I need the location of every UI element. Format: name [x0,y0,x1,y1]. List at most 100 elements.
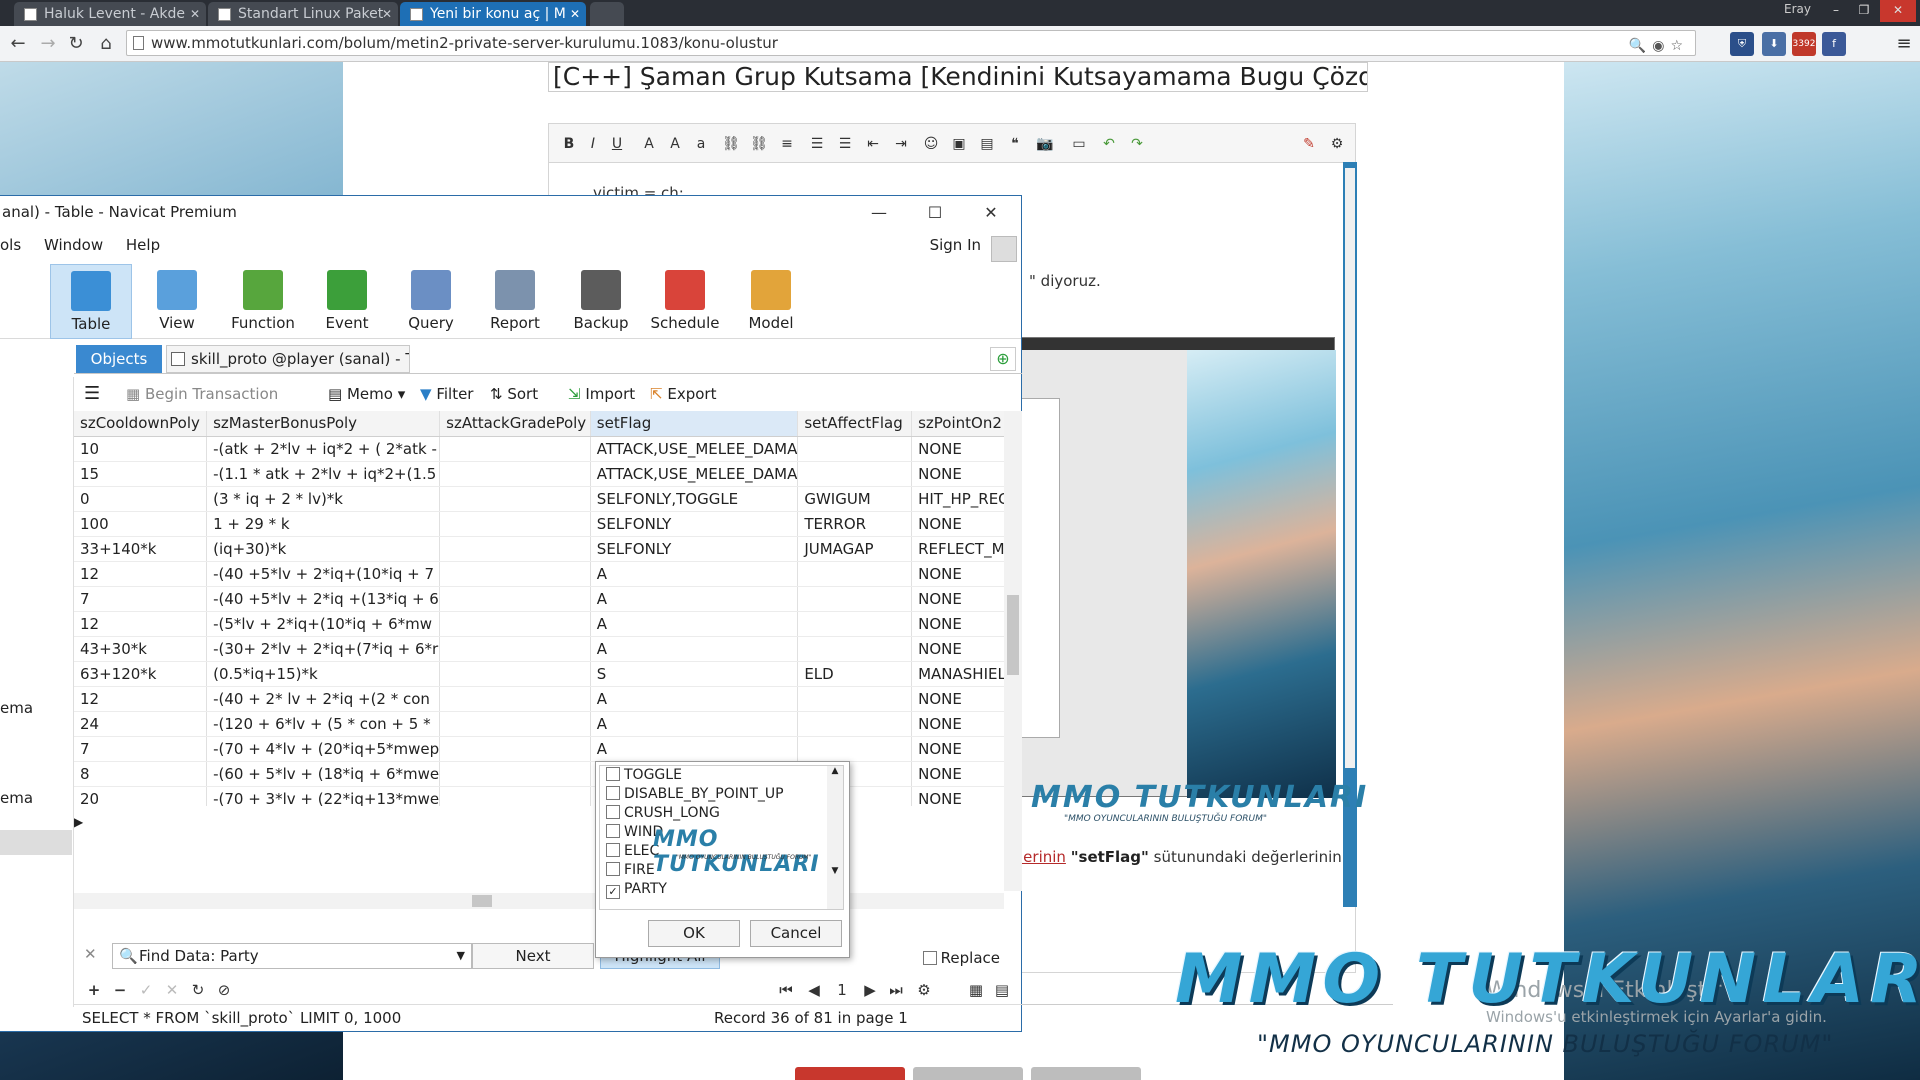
table-cell[interactable]: -(40 +5*lv + 2*iq+(10*iq + 7 [206,561,441,587]
more-options-button[interactable] [1031,1067,1142,1080]
table-cell[interactable]: 12 [74,561,208,587]
flag-option[interactable]: TOGGLE [600,766,843,785]
table-cell[interactable] [439,636,591,662]
italic-icon[interactable]: I [583,134,603,154]
bold-icon[interactable]: B [559,134,579,154]
table-cell[interactable]: REFLECT_MI [911,536,1010,562]
tab-table[interactable]: skill_proto @player (sanal) - Ta... [166,345,410,373]
table-cell[interactable]: (0.5*iq+15)*k [206,661,441,687]
close-icon[interactable]: ✕ [1880,0,1916,22]
table-row[interactable]: 7 -(70 + 4*lv + (20*iq+5*mwep A NONE [74,736,1010,762]
bullet-list-icon[interactable]: ☰ [807,134,827,154]
table-cell[interactable] [439,486,591,512]
ribbon-button-schedule[interactable]: Schedule [644,264,726,339]
table-row[interactable]: 63+120*k (0.5*iq+15)*k S ELD MANASHIEL [74,661,1010,687]
source-icon[interactable]: ⚙ [1327,134,1347,154]
link-icon[interactable]: ⛓ [721,134,741,154]
ribbon-button-table[interactable]: Table [50,264,132,339]
flag-option[interactable]: DISABLE_BY_POINT_UP [600,785,843,804]
table-cell[interactable]: NONE [911,611,1010,637]
table-cell[interactable]: MANASHIEL [911,661,1010,687]
download-icon[interactable]: ⬇ [1762,32,1786,56]
mail-extension-icon[interactable]: 3392 [1792,32,1816,56]
find-input[interactable]: 🔍 Find Data: Party ▼ [112,943,472,969]
table-cell[interactable] [439,611,591,637]
table-cell[interactable] [439,561,591,587]
table-row[interactable]: 7 -(40 +5*lv + 2*iq +(13*iq + 6 A NONE [74,586,1010,612]
table-cell[interactable]: NONE [911,636,1010,662]
ribbon-button-query[interactable]: Query [390,264,472,339]
avatar[interactable] [991,236,1017,262]
table-cell[interactable]: NONE [911,786,1010,806]
table-cell[interactable] [439,711,591,737]
image-icon[interactable]: ▣ [949,134,969,154]
grid-view-icon[interactable]: ▦ [966,980,986,1000]
checkbox-icon[interactable] [606,786,620,800]
table-cell[interactable]: NONE [911,561,1010,587]
table-cell[interactable] [439,511,591,537]
import-button[interactable]: ⇲ Import [568,377,635,411]
grid-vertical-scrollbar[interactable] [1004,411,1022,891]
table-cell[interactable]: -(40 +5*lv + 2*iq +(13*iq + 6 [206,586,441,612]
close-icon[interactable]: ✕ [570,2,580,26]
filter-button[interactable]: ▼ Filter [420,377,473,411]
table-row[interactable]: 43+30*k -(30+ 2*lv + 2*iq+(7*iq + 6*r A NON… [74,636,1010,662]
ribbon-button-model[interactable]: Model [730,264,812,339]
table-cell[interactable]: 15 [74,461,208,487]
table-cell[interactable] [797,586,913,612]
close-find-icon[interactable]: ✕ [84,945,97,963]
table-cell[interactable]: 12 [74,611,208,637]
facebook-icon[interactable]: f [1822,32,1846,56]
checked-checkbox-icon[interactable]: ✓ [606,885,620,899]
table-cell[interactable]: TERROR [797,511,913,537]
memo-button[interactable]: ▤ Memo ▾ [328,377,405,411]
font-color-icon[interactable]: A [639,134,659,154]
table-cell[interactable]: NONE [911,761,1010,787]
flag-option[interactable]: CRUSH_LONG [600,804,843,823]
ribbon-button-view[interactable]: View [136,264,218,339]
table-cell[interactable] [439,461,591,487]
table-cell[interactable]: 33+140*k [74,536,208,562]
table-cell[interactable]: JUMAGAP [797,536,913,562]
number-list-icon[interactable]: ☰ [835,134,855,154]
home-icon[interactable]: ⌂ [94,32,118,56]
column-header[interactable]: setFlag [590,411,799,437]
column-header[interactable]: szAttackGradePoly [439,411,591,437]
table-cell[interactable]: 12 [74,686,208,712]
table-cell[interactable]: NONE [911,586,1010,612]
table-cell[interactable] [797,611,913,637]
omnibox-icons[interactable]: 🔍◉☆ [1629,34,1689,58]
table-cell[interactable] [797,461,913,487]
table-cell[interactable]: -(5*lv + 2*iq+(10*iq + 6*mw [206,611,441,637]
font-size-icon[interactable]: A [665,134,685,154]
delete-record-icon[interactable]: − [110,980,130,1000]
settings-icon[interactable]: ⚙ [914,980,934,1000]
table-cell[interactable]: NONE [911,736,1010,762]
table-cell[interactable]: 10 [74,436,208,462]
table-cell[interactable] [797,436,913,462]
begin-transaction-button[interactable]: ▦ Begin Transaction [126,377,278,411]
table-cell[interactable]: -(70 + 3*lv + (22*iq+13*mwe [206,786,441,806]
table-cell[interactable]: 0 [74,486,208,512]
table-cell[interactable]: NONE [911,461,1010,487]
table-cell[interactable]: -(40 + 2* lv + 2*iq +(2 * con [206,686,441,712]
table-cell[interactable]: A [590,686,799,712]
checkbox-icon[interactable] [606,767,620,781]
minimize-icon[interactable]: – [1822,0,1850,22]
checkbox-icon[interactable] [606,824,620,838]
table-cell[interactable]: A [590,636,799,662]
table-cell[interactable]: SELFONLY,TOGGLE [590,486,799,512]
table-cell[interactable]: 100 [74,511,208,537]
form-view-icon[interactable]: ▤ [992,980,1012,1000]
unlink-icon[interactable]: ⛓ [749,134,769,154]
outdent-icon[interactable]: ⇤ [863,134,883,154]
table-cell[interactable] [797,686,913,712]
maximize-icon[interactable]: ☐ [912,196,958,229]
table-cell[interactable]: -(60 + 5*lv + (18*iq + 6*mwe [206,761,441,787]
nav-item-label[interactable]: ema [0,699,33,717]
last-page-icon[interactable]: ⏭ [886,980,906,1000]
ribbon-button-backup[interactable]: Backup [560,264,642,339]
table-cell[interactable]: NONE [911,511,1010,537]
table-row[interactable]: 15 -(1.1 * atk + 2*lv + iq*2+(1.5 ATTACK,U… [74,461,1010,487]
address-bar[interactable]: www.mmotutkunlari.com/bolum/metin2-priva… [126,30,1696,56]
